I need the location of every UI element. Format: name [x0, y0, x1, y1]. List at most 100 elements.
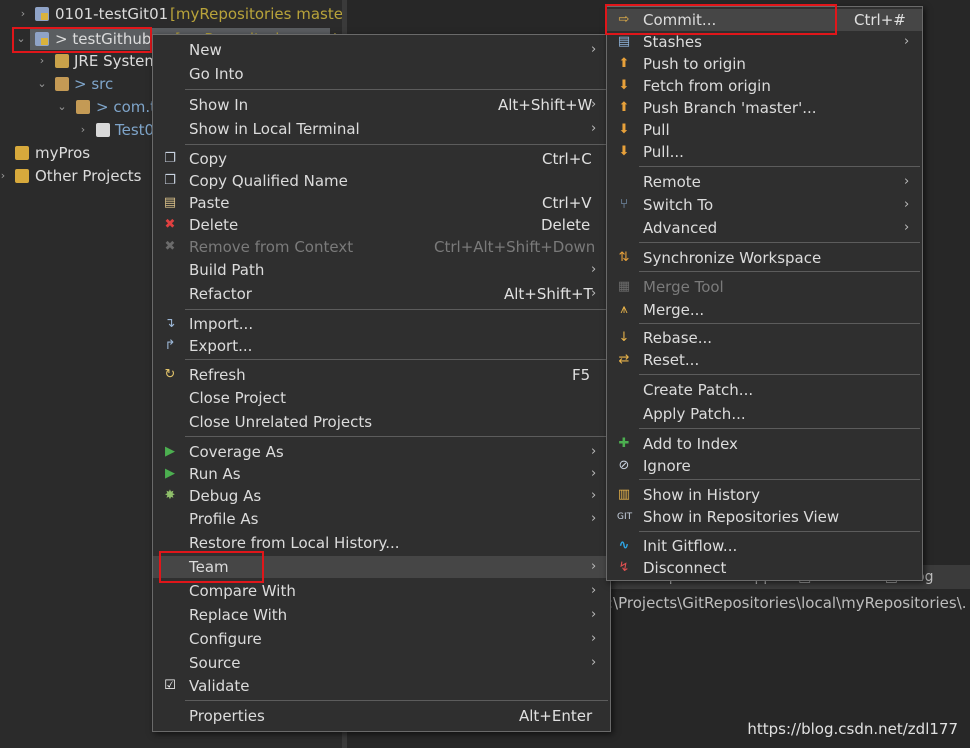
chevron-right-icon: ›	[591, 42, 597, 57]
menu-item-apply-patch[interactable]: Apply Patch...	[607, 403, 922, 425]
menu-item-show-in-local-terminal[interactable]: Show in Local Terminal ›	[153, 118, 610, 140]
menu-item-advanced[interactable]: Advanced ›	[607, 217, 922, 239]
chevron-right-icon: ›	[904, 197, 910, 212]
menu-item-merge[interactable]: ⩚ Merge...	[607, 299, 922, 321]
menu-item-go-into[interactable]: Go Into	[153, 63, 610, 85]
menu-separator	[185, 436, 608, 437]
chevron-down-icon[interactable]: ⌄	[37, 73, 47, 95]
chevron-down-icon[interactable]: ⌄	[57, 96, 67, 118]
menu-item-merge-tool[interactable]: ▦ Merge Tool	[607, 276, 922, 298]
chevron-right-icon[interactable]: ›	[0, 165, 8, 187]
package-icon	[76, 100, 90, 114]
reset-icon: ⇄	[618, 352, 630, 367]
menu-item-push-branch[interactable]: ⬆ Push Branch 'master'...	[607, 97, 922, 119]
menu-item-import[interactable]: ↴ Import...	[153, 313, 610, 335]
menu-item-build-path[interactable]: Build Path ›	[153, 259, 610, 281]
history-icon: ▥	[617, 487, 631, 502]
menu-item-profile-as[interactable]: Profile As ›	[153, 508, 610, 530]
menu-item-debug-as[interactable]: ✸ Debug As ›	[153, 485, 610, 507]
menu-item-close-unrelated-projects[interactable]: Close Unrelated Projects	[153, 411, 610, 433]
pull-dialog-icon: ⬇	[618, 144, 630, 159]
menu-item-show-in-history[interactable]: ▥ Show in History	[607, 484, 922, 506]
menu-separator	[639, 242, 920, 243]
tree-item-0101-testgit01[interactable]: › 0101-testGit01 [myRepositories master	[0, 3, 349, 25]
menu-item-remote[interactable]: Remote ›	[607, 171, 922, 193]
project-icon	[35, 32, 49, 46]
disconnect-icon: ↯	[618, 560, 630, 575]
chevron-right-icon: ›	[591, 511, 597, 526]
menu-item-pull[interactable]: ⬇ Pull	[607, 119, 922, 141]
repository-path: :\Projects\GitRepositories\local\myRepos…	[608, 594, 967, 612]
menu-item-new[interactable]: New ›	[153, 39, 610, 61]
tree-item-label: Other Projects	[35, 167, 142, 185]
tree-item-label: > com.t	[96, 98, 157, 116]
menu-item-configure[interactable]: Configure ›	[153, 628, 610, 650]
chevron-right-icon: ›	[591, 631, 597, 646]
menu-item-source[interactable]: Source ›	[153, 652, 610, 674]
menu-item-disconnect[interactable]: ↯ Disconnect	[607, 557, 922, 579]
menu-item-pull-dialog[interactable]: ⬇ Pull...	[607, 141, 922, 163]
tree-item-label: > src	[74, 75, 114, 93]
menu-item-coverage-as[interactable]: ▶ Coverage As ›	[153, 441, 610, 463]
chevron-down-icon[interactable]: ⌄	[16, 28, 26, 50]
chevron-right-icon[interactable]: ›	[78, 119, 88, 141]
chevron-right-icon: ›	[591, 488, 597, 503]
menu-item-restore-local-history[interactable]: Restore from Local History...	[153, 532, 610, 554]
tree-item-label: myPros	[35, 144, 91, 162]
push-branch-icon: ⬆	[618, 100, 630, 115]
menu-item-refactor[interactable]: Refactor Alt+Shift+T ›	[153, 283, 610, 305]
menu-item-delete[interactable]: ✖ Delete Delete	[153, 214, 610, 236]
chevron-right-icon: ›	[591, 444, 597, 459]
copy-qualified-icon: ❐	[164, 173, 176, 188]
project-icon	[35, 7, 49, 21]
menu-item-export[interactable]: ↱ Export...	[153, 335, 610, 357]
working-set-icon	[15, 169, 29, 183]
menu-item-paste[interactable]: ▤ Paste Ctrl+V	[153, 192, 610, 214]
rebase-icon: ↓	[618, 330, 630, 345]
menu-item-team[interactable]: Team ›	[153, 556, 610, 578]
menu-item-switch-to[interactable]: ⑂ Switch To ›	[607, 194, 922, 216]
java-file-icon	[96, 123, 110, 137]
menu-item-run-as[interactable]: ▶ Run As ›	[153, 463, 610, 485]
tree-item-label: JRE System	[74, 52, 160, 70]
menu-item-refresh[interactable]: ↻ Refresh F5	[153, 364, 610, 386]
menu-item-replace-with[interactable]: Replace With ›	[153, 604, 610, 626]
menu-item-copy-qualified-name[interactable]: ❐ Copy Qualified Name	[153, 170, 610, 192]
chevron-right-icon[interactable]: ›	[18, 3, 28, 25]
menu-separator	[639, 323, 920, 324]
menu-item-ignore[interactable]: ⊘ Ignore	[607, 455, 922, 477]
merge-icon: ⩚	[620, 302, 628, 317]
branch-icon: ⑂	[620, 197, 628, 212]
menu-item-show-in[interactable]: Show In Alt+Shift+W ›	[153, 94, 610, 116]
tree-item-label: Test0	[115, 121, 155, 139]
menu-item-remove-from-context[interactable]: ✖ Remove from Context Ctrl+Alt+Shift+Down	[153, 236, 610, 258]
chevron-right-icon[interactable]: ›	[37, 50, 47, 72]
menu-item-fetch-from-origin[interactable]: ⬇ Fetch from origin	[607, 75, 922, 97]
menu-item-compare-with[interactable]: Compare With ›	[153, 580, 610, 602]
menu-item-add-to-index[interactable]: ✚ Add to Index	[607, 433, 922, 455]
ignore-icon: ⊘	[618, 458, 630, 473]
menu-item-init-gitflow[interactable]: ∿ Init Gitflow...	[607, 535, 922, 557]
menu-item-commit[interactable]: ⇨ Commit... Ctrl+#	[607, 9, 922, 31]
menu-separator	[639, 531, 920, 532]
menu-item-validate[interactable]: ☑ Validate	[153, 675, 610, 697]
menu-item-copy[interactable]: ❐ Copy Ctrl+C	[153, 148, 610, 170]
menu-item-properties[interactable]: Properties Alt+Enter	[153, 705, 610, 727]
remove-context-icon: ✖	[164, 239, 176, 254]
chevron-right-icon: ›	[591, 607, 597, 622]
push-icon: ⬆	[618, 56, 630, 71]
menu-item-synchronize-workspace[interactable]: ⇅ Synchronize Workspace	[607, 247, 922, 269]
add-icon: ✚	[618, 436, 630, 451]
fetch-icon: ⬇	[618, 78, 630, 93]
chevron-right-icon: ›	[591, 466, 597, 481]
check-icon: ☑	[164, 678, 176, 693]
menu-item-rebase[interactable]: ↓ Rebase...	[607, 327, 922, 349]
menu-item-create-patch[interactable]: Create Patch...	[607, 379, 922, 401]
context-menu: New › Go Into Show In Alt+Shift+W › Show in…	[152, 34, 611, 732]
menu-separator	[639, 374, 920, 375]
menu-item-push-to-origin[interactable]: ⬆ Push to origin	[607, 53, 922, 75]
menu-item-stashes[interactable]: ▤ Stashes ›	[607, 31, 922, 53]
menu-item-close-project[interactable]: Close Project	[153, 387, 610, 409]
menu-item-reset[interactable]: ⇄ Reset...	[607, 349, 922, 371]
menu-item-show-in-repositories-view[interactable]: GIT Show in Repositories View	[607, 506, 922, 528]
